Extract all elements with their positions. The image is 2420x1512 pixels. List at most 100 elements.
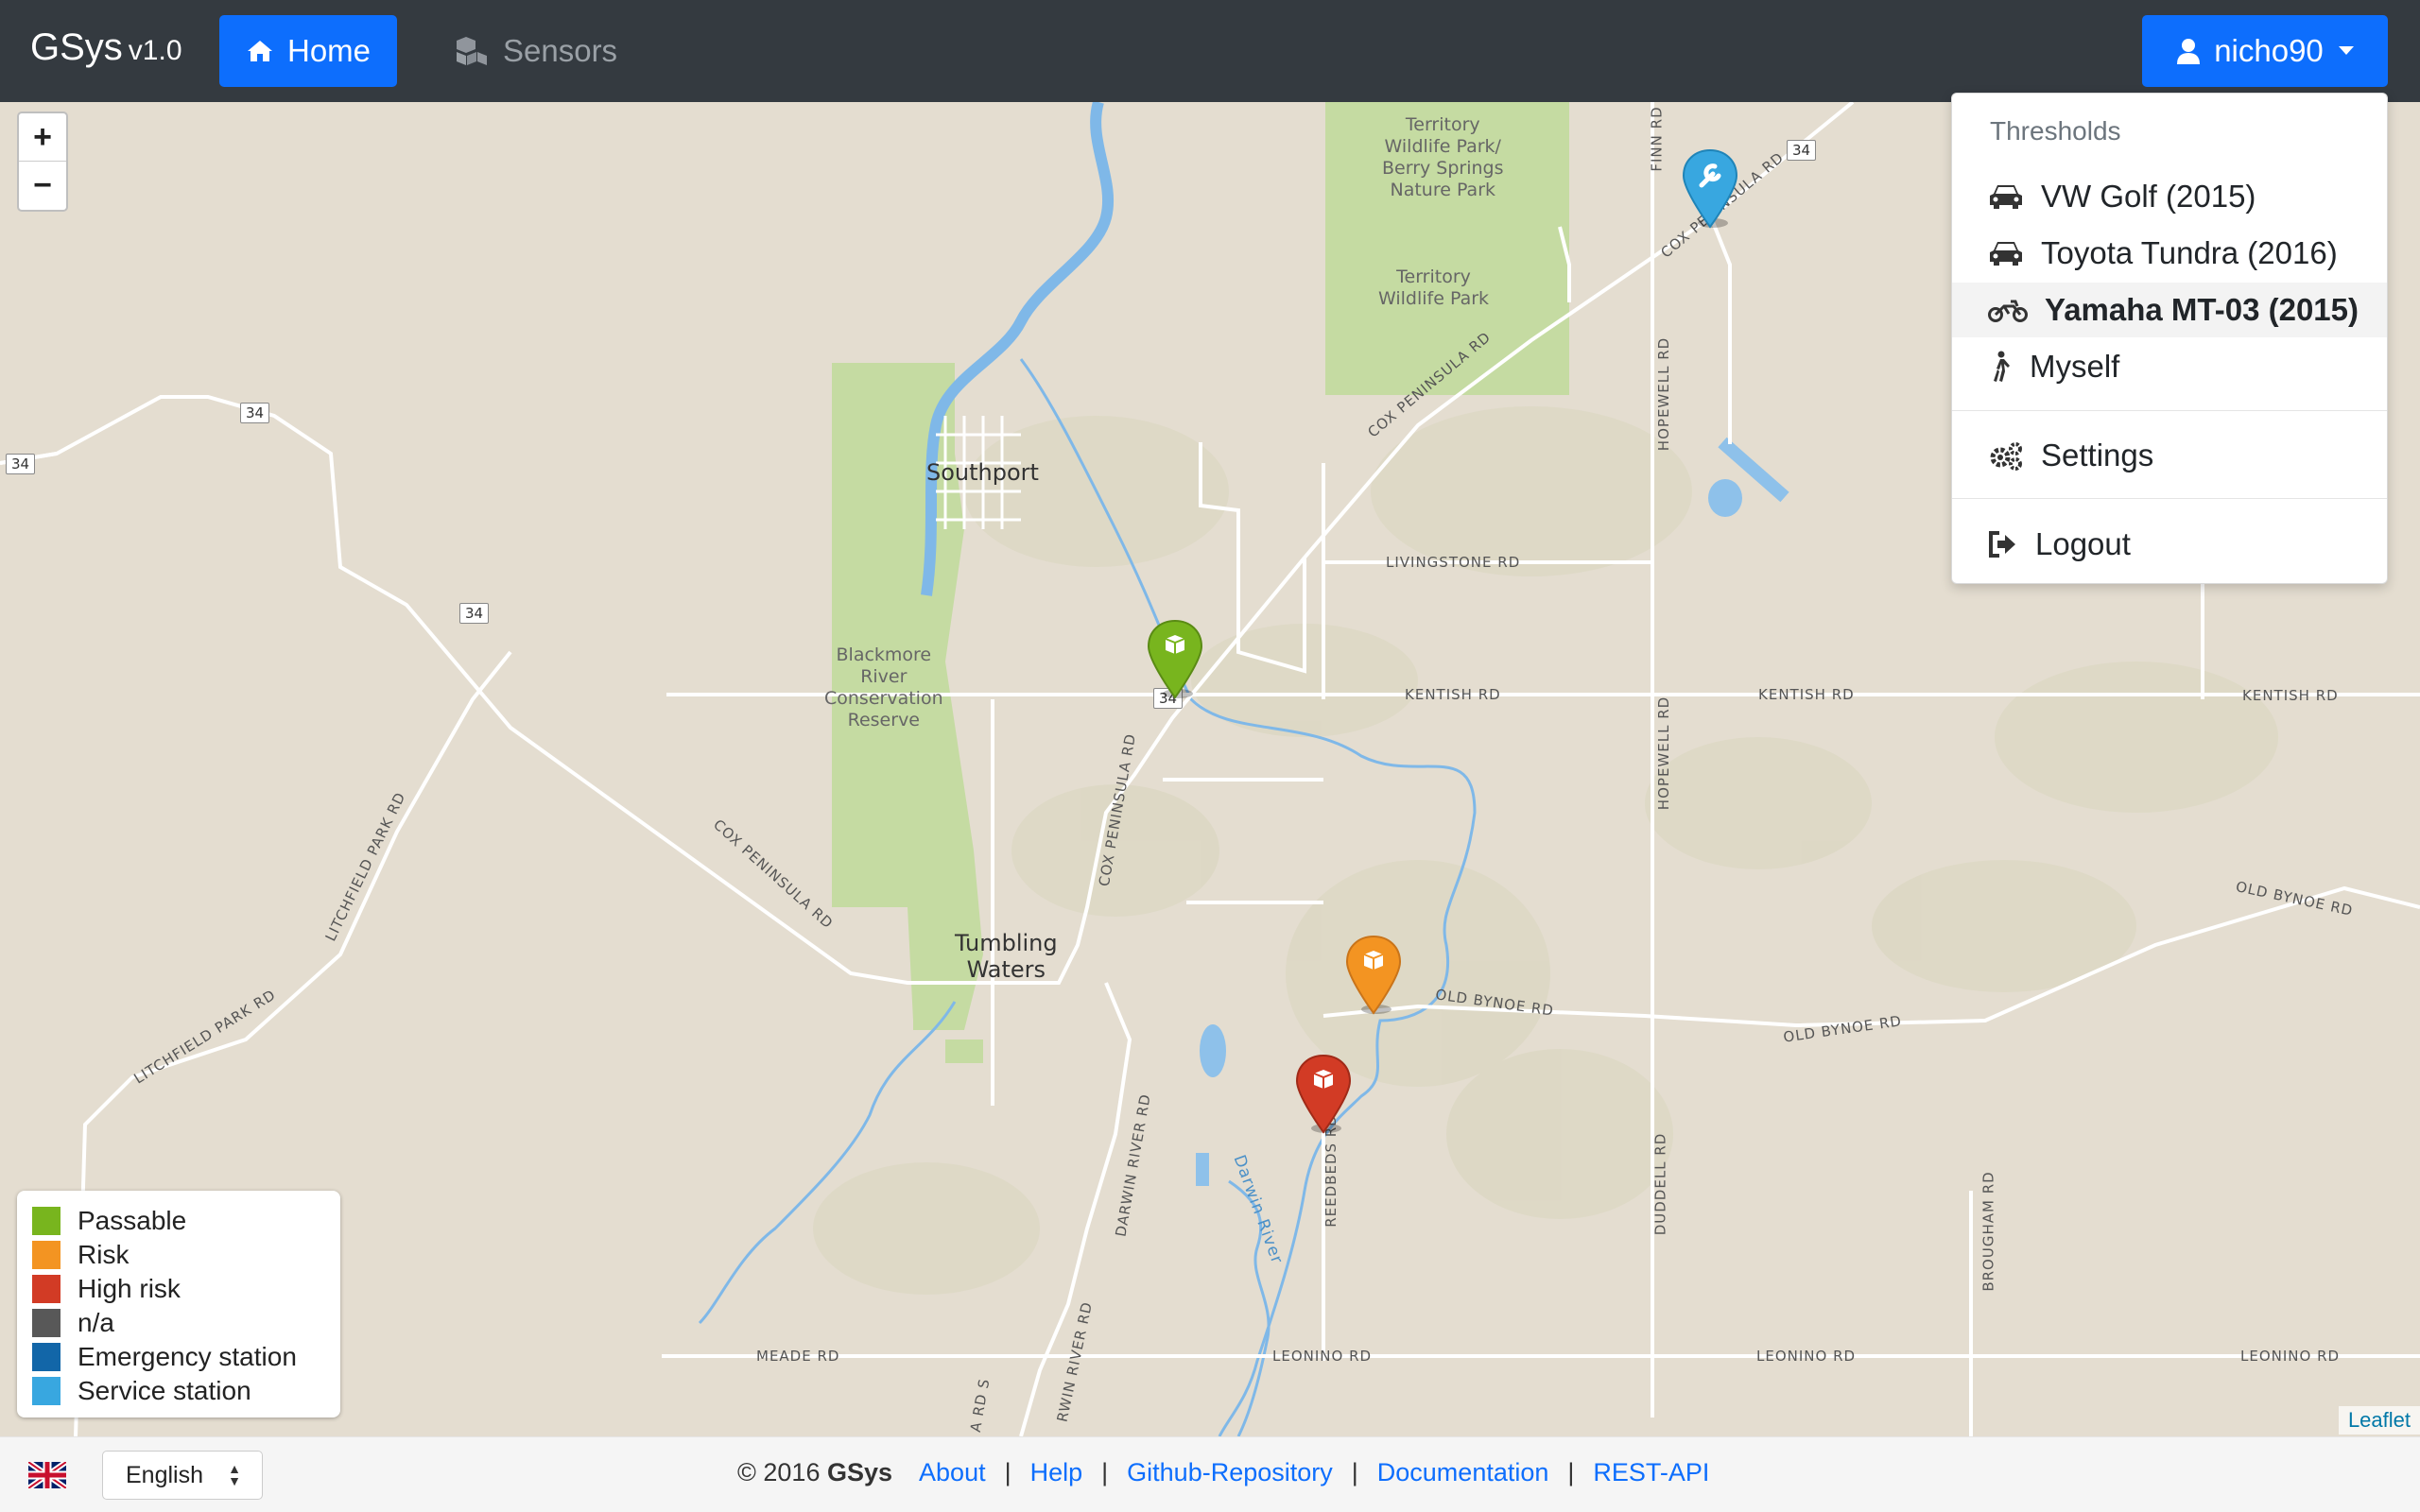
threshold-item-toyota-tundra[interactable]: Toyota Tundra (2016) bbox=[1952, 226, 2387, 281]
thresholds-header: Thresholds bbox=[1990, 116, 2121, 146]
twp-line1: Territory bbox=[1405, 114, 1480, 135]
threshold-item-myself[interactable]: Myself bbox=[1952, 339, 2387, 394]
copyright-text: © 2016 bbox=[737, 1458, 821, 1486]
user-dropdown-menu: Thresholds VW Golf (2015) Toyota Tundra … bbox=[1951, 93, 2388, 584]
legend-item: Service station bbox=[32, 1374, 325, 1408]
road-label-brougham: BROUGHAM RD bbox=[1979, 1171, 1997, 1292]
legend-item: High risk bbox=[32, 1272, 325, 1306]
footer-link-documentation[interactable]: Documentation bbox=[1377, 1458, 1549, 1487]
logout-menu-item[interactable]: Logout bbox=[1952, 517, 2387, 572]
legend-item: Risk bbox=[32, 1238, 325, 1272]
blackmore-line1: Blackmore bbox=[836, 644, 932, 665]
sensors-nav-label: Sensors bbox=[503, 33, 618, 68]
road-label-leonino: LEONINO RD bbox=[2240, 1348, 2341, 1365]
place-southport: Southport bbox=[926, 459, 1039, 486]
sensor-marker-passable[interactable] bbox=[1146, 618, 1204, 699]
legend-swatch bbox=[32, 1207, 60, 1235]
sensor-marker-risk[interactable] bbox=[1344, 934, 1403, 1015]
blackmore-line4: Reserve bbox=[847, 710, 920, 730]
threshold-item-vw-golf[interactable]: VW Golf (2015) bbox=[1952, 169, 2387, 224]
road-label-livingstone: LIVINGSTONE RD bbox=[1386, 554, 1521, 571]
twp-line4: Nature Park bbox=[1390, 180, 1496, 200]
leaflet-attribution-link[interactable]: Leaflet bbox=[2338, 1406, 2420, 1435]
threshold-label: VW Golf (2015) bbox=[2041, 179, 2256, 214]
logout-label: Logout bbox=[2035, 526, 2131, 561]
legend-label: Passable bbox=[78, 1206, 187, 1235]
zoom-out-button[interactable]: − bbox=[19, 162, 66, 210]
page-footer: English ▲ ▼ © 2016 GSys About | Help | Gi… bbox=[0, 1436, 2420, 1512]
zoom-in-button[interactable]: + bbox=[19, 113, 66, 162]
road-label-hopewell: HOPEWELL RD bbox=[1655, 696, 1673, 811]
user-menu-button[interactable]: nicho90 bbox=[2142, 15, 2388, 87]
place-territory-wildlife-park: Territory Wildlife Park bbox=[1378, 266, 1489, 310]
road-label-hopewell: HOPEWELL RD bbox=[1655, 336, 1673, 452]
legend-item: Passable bbox=[32, 1204, 325, 1238]
place-tumbling-line2: Waters bbox=[966, 956, 1046, 983]
legend-item: n/a bbox=[32, 1306, 325, 1340]
dropdown-divider bbox=[1952, 410, 2387, 411]
place-tumbling-waters: Tumbling Waters bbox=[955, 930, 1058, 983]
threshold-item-yamaha-mt03[interactable]: Yamaha MT-03 (2015) bbox=[1952, 283, 2387, 337]
cubes-icon bbox=[457, 37, 487, 65]
place-blackmore-reserve: Blackmore River Conservation Reserve bbox=[824, 644, 943, 731]
route-shield: 34 bbox=[1787, 140, 1817, 161]
blackmore-line2: River bbox=[860, 666, 908, 687]
top-navbar: GSys v1.0 Home Sensors nicho90 bbox=[0, 0, 2420, 102]
legend-swatch bbox=[32, 1241, 60, 1269]
route-shield: 34 bbox=[459, 603, 490, 624]
language-value: English bbox=[126, 1461, 203, 1488]
legend-swatch bbox=[32, 1275, 60, 1303]
legend-label: n/a bbox=[78, 1308, 114, 1337]
language-select[interactable]: English ▲ ▼ bbox=[102, 1451, 263, 1500]
settings-label: Settings bbox=[2041, 438, 2154, 472]
user-name: nicho90 bbox=[2214, 33, 2324, 68]
home-icon bbox=[247, 41, 272, 61]
walking-person-icon bbox=[1994, 351, 2010, 382]
legend-item: Emergency station bbox=[32, 1340, 325, 1374]
place-territory-wildlife-berry: Territory Wildlife Park/ Berry Springs N… bbox=[1382, 114, 1504, 201]
footer-link-rest-api[interactable]: REST-API bbox=[1593, 1458, 1709, 1487]
road-label-leonino: LEONINO RD bbox=[1272, 1348, 1373, 1365]
sensors-nav-link[interactable]: Sensors bbox=[454, 15, 643, 87]
car-icon bbox=[1990, 242, 2022, 266]
threshold-label: Toyota Tundra (2016) bbox=[2041, 235, 2338, 270]
brand-version: v1.0 bbox=[128, 35, 182, 66]
legend-label: Service station bbox=[78, 1376, 251, 1405]
home-nav-label: Home bbox=[286, 33, 372, 68]
legend-label: High risk bbox=[78, 1274, 181, 1303]
road-label-meade: MEADE RD bbox=[756, 1348, 840, 1365]
gears-icon bbox=[1990, 442, 2022, 471]
legend-label: Risk bbox=[78, 1240, 130, 1269]
motorcycle-icon bbox=[1988, 300, 2028, 322]
legend-label: Emergency station bbox=[78, 1342, 297, 1371]
home-nav-button[interactable]: Home bbox=[219, 15, 397, 87]
road-label-finn: FINN RD bbox=[1648, 106, 1666, 172]
footer-separator: | bbox=[1351, 1458, 1358, 1486]
brand-name: GSys bbox=[30, 26, 123, 68]
legend-swatch bbox=[32, 1377, 60, 1405]
route-shield: 34 bbox=[240, 403, 270, 423]
sign-out-icon bbox=[1989, 531, 2015, 558]
footer-separator: | bbox=[1101, 1458, 1109, 1486]
footer-link-github[interactable]: Github-Repository bbox=[1127, 1458, 1333, 1487]
uk-flag-icon bbox=[28, 1462, 66, 1488]
settings-menu-item[interactable]: Settings bbox=[1952, 428, 2387, 483]
brand[interactable]: GSys v1.0 bbox=[30, 26, 182, 69]
place-tumbling-line1: Tumbling bbox=[955, 930, 1058, 956]
car-icon bbox=[1990, 185, 2022, 209]
tw-line1: Territory bbox=[1396, 266, 1471, 287]
tw-line2: Wildlife Park bbox=[1378, 288, 1490, 309]
caret-down-icon bbox=[2338, 46, 2354, 55]
footer-link-about[interactable]: About bbox=[919, 1458, 986, 1487]
road-label-kentish: KENTISH RD bbox=[2242, 687, 2339, 704]
user-icon bbox=[2177, 39, 2201, 64]
copyright-brand: GSys bbox=[826, 1458, 893, 1486]
road-label-duddell: DUDDELL RD bbox=[1651, 1132, 1669, 1236]
legend-swatch bbox=[32, 1343, 60, 1371]
footer-links: © 2016 GSys About | Help | Github-Reposi… bbox=[737, 1458, 1709, 1487]
service-station-marker[interactable] bbox=[1681, 147, 1739, 229]
footer-link-help[interactable]: Help bbox=[1030, 1458, 1083, 1487]
road-label-kentish: KENTISH RD bbox=[1758, 686, 1855, 703]
legend-swatch bbox=[32, 1309, 60, 1337]
sensor-marker-high-risk[interactable] bbox=[1294, 1053, 1353, 1134]
